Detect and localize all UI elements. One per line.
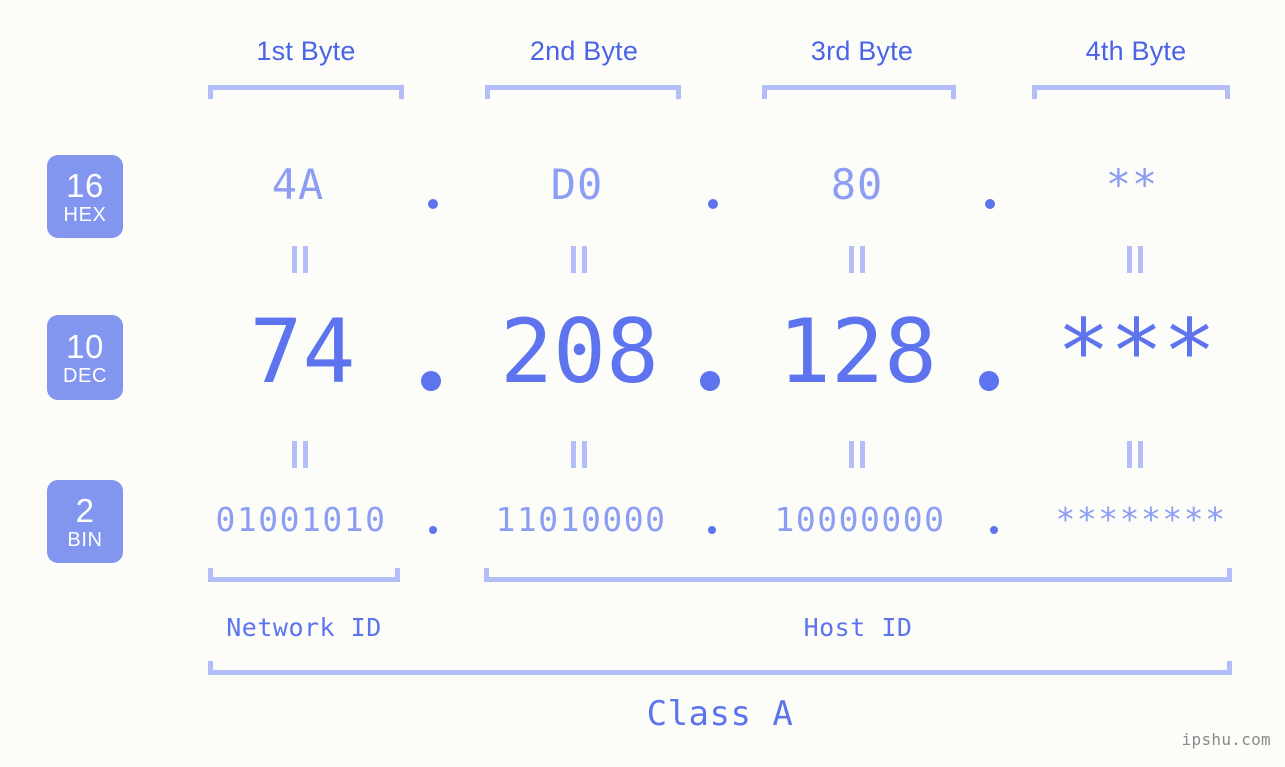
equals-mark-hex-dec-2 xyxy=(571,246,588,273)
class-label: Class A xyxy=(646,694,794,734)
dec-separator-3 xyxy=(979,371,999,391)
hex-byte-3: 80 xyxy=(830,160,884,209)
class-bracket xyxy=(208,661,1232,675)
bin-separator-1 xyxy=(429,526,437,534)
base-badge-hex-name: HEX xyxy=(63,203,107,226)
dec-separator-2 xyxy=(700,371,720,391)
equals-mark-hex-dec-1 xyxy=(292,246,309,273)
host-id-label: Host ID xyxy=(803,613,913,642)
bin-byte-2: 11010000 xyxy=(495,500,667,539)
byte-header-4: 4th Byte xyxy=(1085,36,1187,66)
byte-header-2: 2nd Byte xyxy=(529,36,639,66)
base-badge-bin-name: BIN xyxy=(67,528,103,551)
byte-header-1: 1st Byte xyxy=(256,36,356,66)
base-badge-dec: 10 DEC xyxy=(47,315,123,400)
equals-mark-dec-bin-1 xyxy=(292,441,309,468)
byte-bracket-4 xyxy=(1032,85,1230,99)
bin-byte-3: 10000000 xyxy=(774,500,946,539)
equals-mark-dec-bin-2 xyxy=(571,441,588,468)
hex-separator-1 xyxy=(428,199,438,209)
bin-byte-4: ******** xyxy=(1055,500,1227,539)
ip-byte-breakdown-diagram: 1st Byte 2nd Byte 3rd Byte 4th Byte 16 H… xyxy=(0,0,1285,767)
equals-mark-dec-bin-4 xyxy=(1127,441,1144,468)
hex-separator-2 xyxy=(708,199,718,209)
hex-byte-2: D0 xyxy=(550,160,604,209)
hex-byte-4: ** xyxy=(1105,160,1159,209)
base-badge-hex-number: 16 xyxy=(66,166,104,204)
dec-byte-3: 128 xyxy=(778,300,937,403)
base-badge-dec-name: DEC xyxy=(62,364,108,387)
base-badge-dec-number: 10 xyxy=(66,327,104,365)
base-badge-hex: 16 HEX xyxy=(47,155,123,238)
bin-separator-2 xyxy=(708,526,716,534)
bin-byte-1: 01001010 xyxy=(215,500,387,539)
hex-byte-1: 4A xyxy=(271,160,325,209)
byte-bracket-1 xyxy=(208,85,404,99)
dec-byte-2: 208 xyxy=(500,300,659,403)
base-badge-bin-number: 2 xyxy=(75,491,95,529)
byte-bracket-3 xyxy=(762,85,956,99)
dec-separator-1 xyxy=(421,371,441,391)
network-id-label: Network ID xyxy=(226,613,382,642)
hex-separator-3 xyxy=(985,199,995,209)
base-badge-bin: 2 BIN xyxy=(47,480,123,563)
equals-mark-dec-bin-3 xyxy=(849,441,866,468)
byte-header-3: 3rd Byte xyxy=(810,36,914,66)
dec-byte-4: *** xyxy=(1057,300,1216,403)
byte-bracket-2 xyxy=(485,85,681,99)
bin-separator-3 xyxy=(990,526,998,534)
network-id-bracket xyxy=(208,568,400,582)
equals-mark-hex-dec-3 xyxy=(849,246,866,273)
equals-mark-hex-dec-4 xyxy=(1127,246,1144,273)
host-id-bracket xyxy=(484,568,1232,582)
dec-byte-1: 74 xyxy=(249,300,356,403)
site-watermark: ipshu.com xyxy=(1181,730,1271,749)
